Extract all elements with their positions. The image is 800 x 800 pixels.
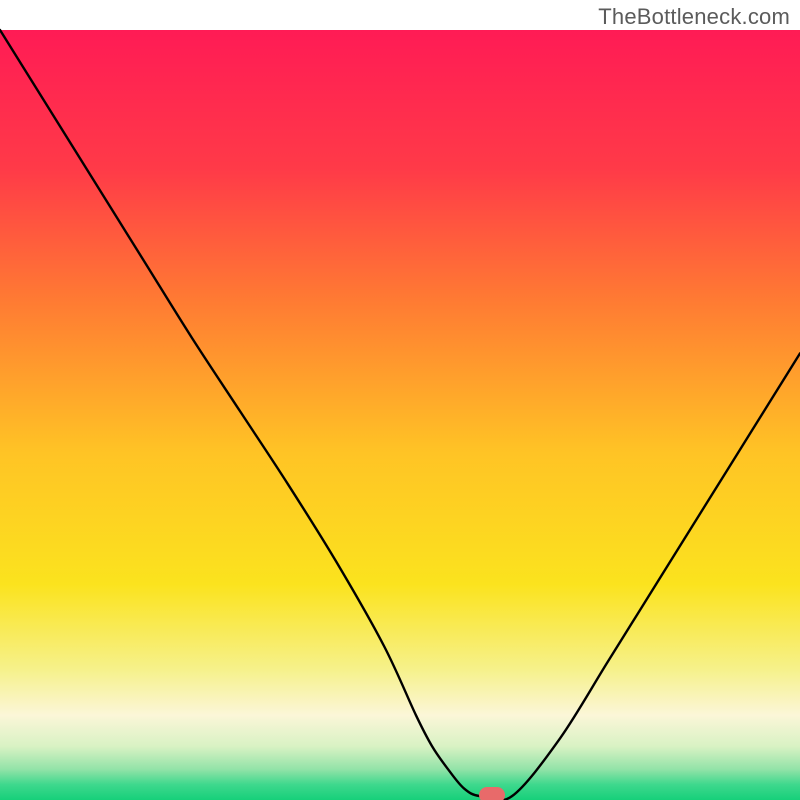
optimal-point-marker <box>479 787 505 800</box>
watermark-text: TheBottleneck.com <box>598 4 790 30</box>
gradient-background <box>0 30 800 800</box>
chart-svg <box>0 0 800 800</box>
bottleneck-chart: TheBottleneck.com <box>0 0 800 800</box>
